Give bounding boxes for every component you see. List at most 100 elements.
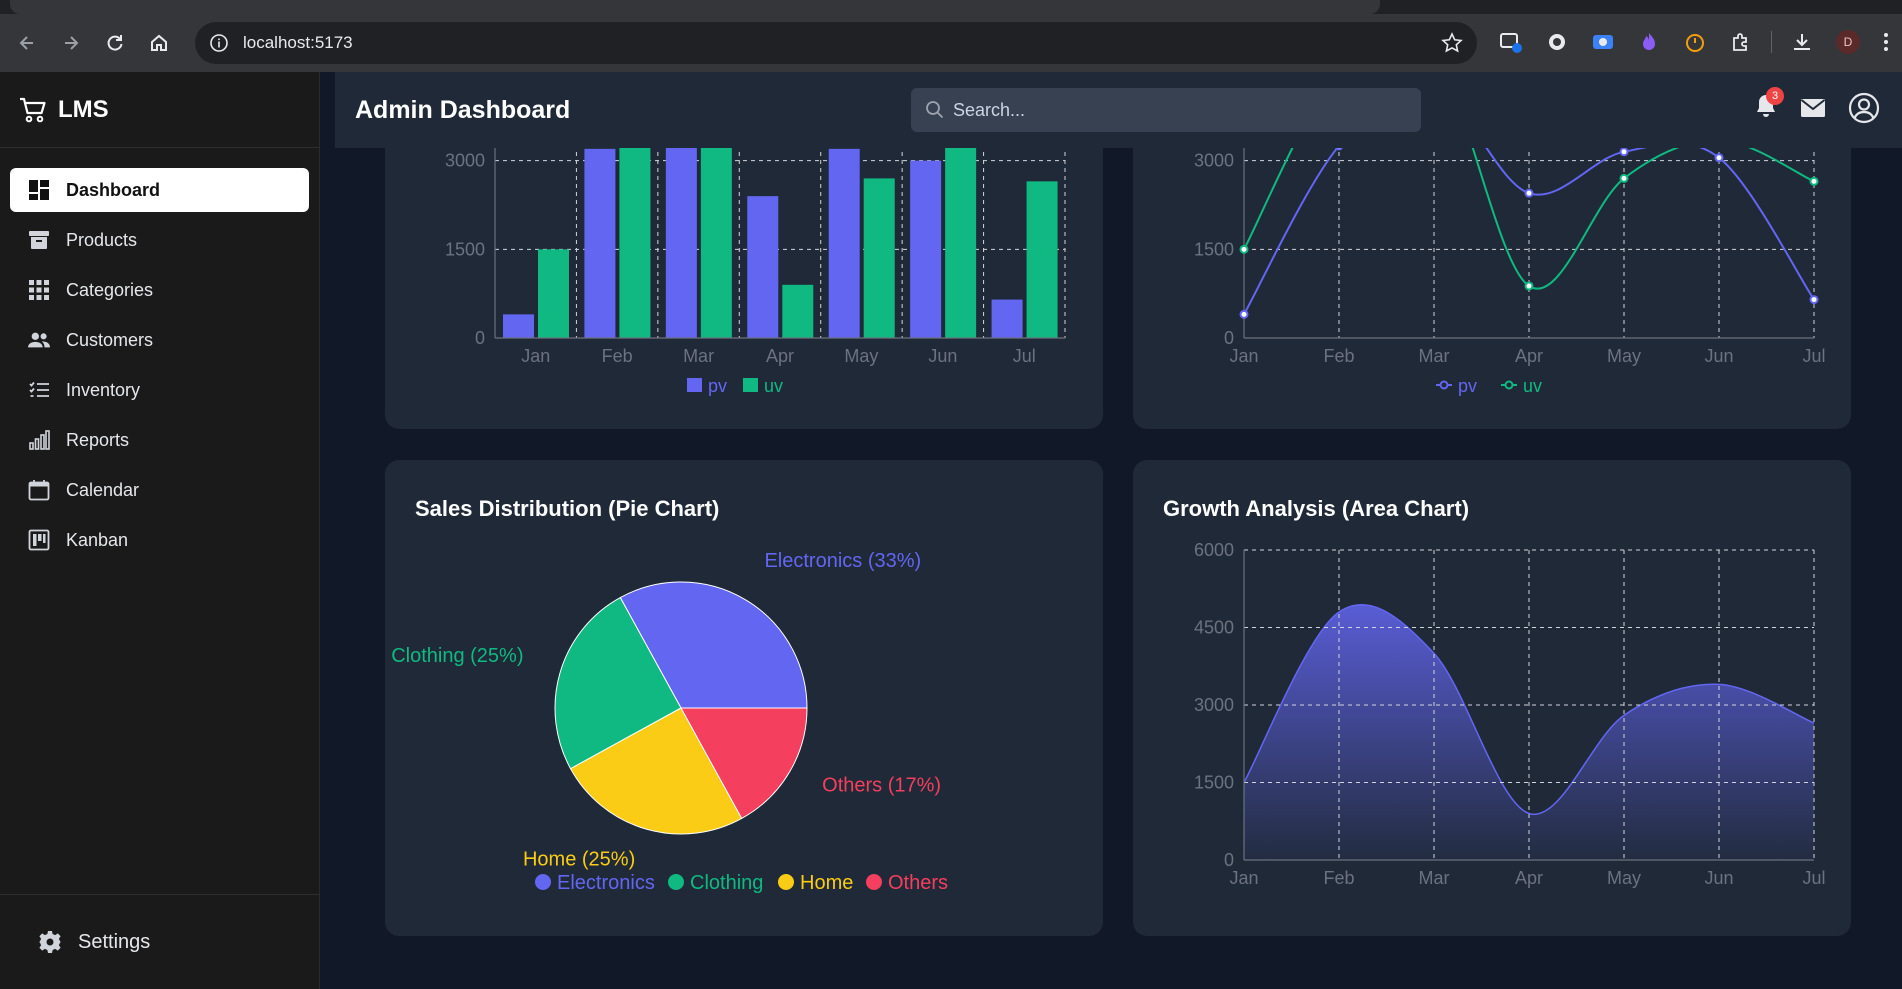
sidebar-item-categories[interactable]: Categories (10, 268, 309, 312)
sidebar-item-products[interactable]: Products (10, 218, 309, 262)
tab-search-extension-icon[interactable] (1495, 26, 1527, 58)
extensions-puzzle-icon[interactable] (1725, 26, 1757, 58)
line-x-tick-label: May (1607, 346, 1641, 366)
bar-uv-jul (1026, 181, 1058, 338)
mail-button[interactable] (1800, 98, 1826, 118)
line-point-pv-jul (1809, 295, 1819, 305)
bar-legend-swatch-uv (743, 378, 758, 392)
bar-uv-jun (945, 142, 977, 338)
address-url: localhost:5173 (243, 33, 353, 52)
user-profile-button[interactable] (1848, 92, 1880, 124)
back-icon[interactable] (12, 28, 42, 58)
area-x-tick-label: Feb (1323, 868, 1354, 888)
extension-circle-icon[interactable] (1541, 26, 1573, 58)
bar-x-tick-label: Jun (928, 346, 957, 366)
site-info-icon[interactable] (209, 33, 229, 53)
sidebar-item-label: Customers (66, 329, 154, 350)
sidebar-item-label: Dashboard (66, 179, 161, 200)
dashboard-icon (28, 179, 50, 201)
bar-pv-jan (503, 314, 534, 338)
bar-pv-jun (910, 160, 942, 338)
main-content: Admin Dashboard 3 0 1500 3000 Jan Feb Mar Apr M… (321, 72, 1902, 989)
line-point-pv-apr (1524, 188, 1534, 198)
sidebar-item-label: Inventory (66, 379, 141, 400)
browser-menu-icon[interactable] (1878, 26, 1894, 58)
sidebar-item-label: Kanban (66, 529, 129, 550)
sidebar: LMS Dashboard Products Categories Custom… (0, 72, 320, 989)
pie-legend-swatch-home (778, 874, 794, 890)
bar-pv-apr (747, 196, 779, 338)
cart-icon (18, 96, 48, 124)
bar-x-tick-label: Apr (766, 346, 794, 366)
bar-pv-feb (584, 148, 616, 338)
profile-avatar[interactable]: D (1832, 26, 1864, 58)
line-x-tick-label: Feb (1323, 346, 1354, 366)
area-y-tick-label: 3000 (1194, 695, 1234, 715)
bar-x-tick-label: Jan (521, 346, 550, 366)
timer-extension-icon[interactable] (1679, 26, 1711, 58)
archive-icon (28, 229, 50, 251)
line-point-pv-may (1619, 147, 1629, 157)
area-y-tick-label: 1500 (1194, 773, 1234, 793)
bar-x-tick-label: May (844, 346, 878, 366)
line-x-tick-label: Jun (1704, 346, 1733, 366)
browser-tab-strip (0, 0, 1902, 14)
brand[interactable]: LMS (0, 72, 319, 148)
line-legend-label: uv (1523, 376, 1542, 396)
notifications-button[interactable]: 3 (1754, 86, 1784, 124)
sidebar-item-reports[interactable]: Reports (10, 418, 309, 462)
area-x-tick-label: Jul (1802, 868, 1825, 888)
area-x-tick-label: Mar (1419, 868, 1450, 888)
mail-icon (1800, 99, 1826, 117)
search-box[interactable] (911, 88, 1421, 132)
home-icon[interactable] (144, 28, 174, 58)
sidebar-item-customers[interactable]: Customers (10, 318, 309, 362)
toolbar-separator (1771, 31, 1772, 53)
pie-legend-swatch-electronics (535, 874, 551, 890)
pie-label-electronics: Electronics (33%) (764, 550, 921, 572)
kanban-icon (28, 529, 50, 551)
line-point-uv-apr (1524, 281, 1534, 291)
settings-label: Settings (78, 930, 151, 953)
reload-icon[interactable] (100, 28, 130, 58)
sidebar-item-label: Products (66, 229, 138, 250)
browser-toolbar: localhost:5173 D (0, 14, 1902, 72)
downloads-icon[interactable] (1786, 26, 1818, 58)
line-x-tick-label: Mar (1419, 346, 1450, 366)
sidebar-item-dashboard[interactable]: Dashboard (10, 168, 309, 212)
bar-y-tick-label: 0 (475, 328, 485, 348)
sidebar-item-label: Calendar (66, 479, 140, 500)
pie-legend-label: Others (888, 872, 948, 894)
pie-legend-label: Electronics (557, 872, 655, 894)
pie-label-clothing: Clothing (25%) (391, 645, 523, 667)
flame-extension-icon[interactable] (1633, 26, 1665, 58)
sidebar-item-inventory[interactable]: Inventory (10, 368, 309, 412)
top-header: Admin Dashboard 3 (335, 72, 1902, 148)
users-icon (28, 329, 50, 351)
sidebar-item-kanban[interactable]: Kanban (10, 518, 309, 562)
settings-button[interactable]: Settings (0, 894, 320, 989)
pie-label-others: Others (17%) (822, 774, 941, 796)
sidebar-item-calendar[interactable]: Calendar (10, 468, 309, 512)
bar-pv-may (828, 148, 860, 338)
browser-active-tab[interactable] (10, 0, 1380, 14)
screen-capture-extension-icon[interactable] (1587, 26, 1619, 58)
line-y-tick-label: 1500 (1194, 239, 1234, 259)
line-x-tick-label: Apr (1515, 346, 1543, 366)
sidebar-item-label: Reports (66, 429, 130, 450)
bar-x-tick-label: Feb (602, 346, 633, 366)
area-chart-card: Growth Analysis (Area Chart) 0 1500 3000 45… (1133, 460, 1851, 936)
bar-chart-icon (28, 429, 50, 451)
pie-chart: Electronics (33%) Clothing (25%) Home (25%… (391, 550, 948, 894)
bar-pv-jul (991, 299, 1023, 338)
search-input[interactable] (953, 99, 1393, 121)
grid-icon (28, 279, 50, 301)
bar-uv-apr (782, 284, 814, 338)
page-title: Admin Dashboard (355, 95, 571, 124)
address-bar[interactable]: localhost:5173 (195, 22, 1477, 64)
bar-x-tick-label: Mar (683, 346, 714, 366)
area-fill (1244, 604, 1814, 860)
bar-y-tick-label: 1500 (445, 239, 485, 259)
forward-icon[interactable] (56, 28, 86, 58)
bookmark-star-icon[interactable] (1441, 32, 1463, 54)
